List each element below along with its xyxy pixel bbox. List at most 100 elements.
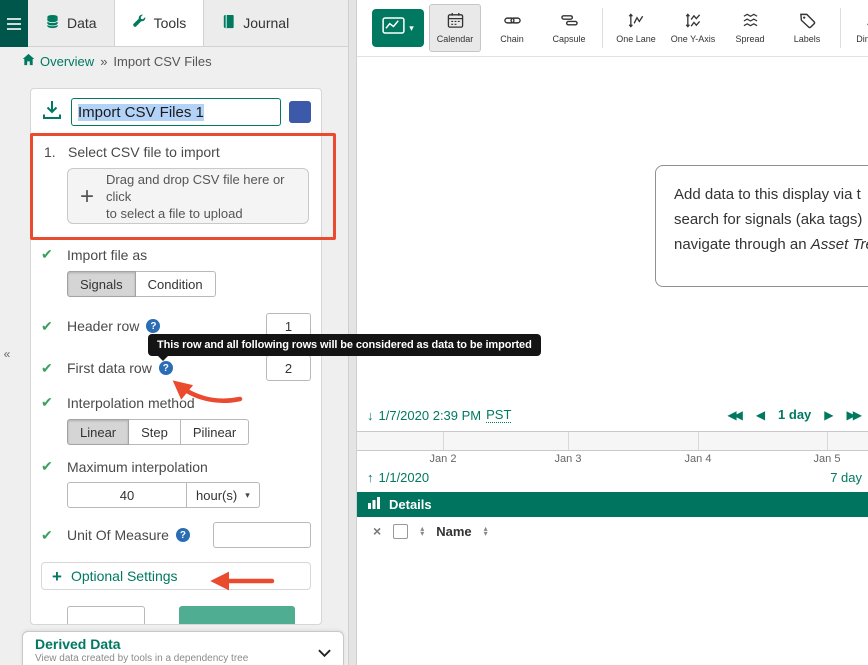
uom-help-icon[interactable]: ? <box>176 528 190 542</box>
tab-tools[interactable]: Tools <box>114 0 205 46</box>
toolbar-labels-button[interactable]: Labels <box>781 4 833 52</box>
plus-icon: + <box>52 568 62 585</box>
end-time-value: 1/7/2020 2:39 PM <box>379 408 482 423</box>
select-all-checkbox[interactable] <box>393 524 408 539</box>
toolbar-spread-button[interactable]: Spread <box>724 4 776 52</box>
toolbar-calendar-button[interactable]: Calendar <box>429 4 481 52</box>
derived-data-subtitle: View data created by tools in a dependen… <box>35 653 331 664</box>
interpolation-row: ✔ Interpolation method <box>41 394 311 411</box>
message-line3: navigate through an <box>674 236 811 253</box>
toolbar-calendar-label: Calendar <box>437 34 474 44</box>
step1-label: Select CSV file to import <box>68 144 220 160</box>
bar-chart-icon <box>367 497 381 512</box>
tool-panel: Data Tools Journal Overview <box>0 0 348 665</box>
panel-resize-gutter[interactable] <box>348 0 357 665</box>
tool-name-input[interactable]: Import CSV Files 1 <box>71 98 281 126</box>
unit-dropdown[interactable]: hour(s) ▾ <box>187 482 260 508</box>
tool-name-row: Import CSV Files 1 <box>41 98 311 126</box>
chevron-down-icon <box>318 644 331 662</box>
time-range-scrubber[interactable] <box>357 431 868 451</box>
step-toggle-button[interactable]: Step <box>129 419 181 445</box>
display-type-dropdown[interactable]: ▾ <box>372 9 424 47</box>
tab-journal[interactable]: Journal <box>204 0 306 46</box>
pilinear-toggle-button[interactable]: Pilinear <box>181 419 249 445</box>
csv-dropzone[interactable]: + Drag and drop CSV file here or click t… <box>67 168 309 224</box>
max-interpolation-controls: hour(s) ▾ <box>67 482 311 508</box>
condition-toggle-button[interactable]: Condition <box>136 271 216 297</box>
signals-toggle-button[interactable]: Signals <box>67 271 136 297</box>
tab-journal-label: Journal <box>243 15 289 31</box>
toolbar-dimming-button[interactable]: Dimming <box>848 4 868 52</box>
capsule-icon <box>561 12 578 31</box>
wrench-icon <box>132 14 147 32</box>
linear-toggle-button[interactable]: Linear <box>67 419 129 445</box>
home-icon <box>22 53 35 69</box>
import-type-toggle: Signals Condition <box>67 271 311 297</box>
breadcrumb-overview-label: Overview <box>40 54 94 69</box>
tab-data[interactable]: Data <box>28 0 114 46</box>
color-swatch-button[interactable] <box>289 101 311 123</box>
breadcrumb-overview[interactable]: Overview <box>22 53 94 69</box>
toolbar-one-y-axis-label: One Y-Axis <box>671 34 716 44</box>
toolbar-spread-label: Spread <box>735 34 764 44</box>
caret-down-icon: ▾ <box>245 490 250 501</box>
database-icon <box>45 14 60 32</box>
toolbar-dimming-label: Dimming <box>856 34 868 44</box>
toolbar-one-y-axis-button[interactable]: One Y-Axis <box>667 4 719 52</box>
dropzone-line1: Drag and drop CSV file here or click <box>106 172 284 204</box>
first-data-row-help-icon[interactable]: ? <box>159 361 173 375</box>
display-toolbar: ▾ Calendar Chain Capsule <box>357 0 868 57</box>
interpolation-label: Interpolation method <box>67 395 195 411</box>
execute-button[interactable] <box>179 606 295 625</box>
step1-number: 1. <box>44 144 68 160</box>
display-end-time[interactable]: ↓ 1/7/2020 2:39 PM PST <box>367 407 511 423</box>
time-controls: ↓ 1/7/2020 2:39 PM PST ◀◀ ◀ 1 day ▶ ▶▶ <box>357 404 868 428</box>
step-forward-fast-button[interactable]: ▶▶ <box>847 408 862 422</box>
step-back-button[interactable]: ◀ <box>756 408 765 422</box>
timezone-label[interactable]: PST <box>486 407 511 423</box>
details-title: Details <box>389 497 432 512</box>
chain-icon <box>504 12 521 31</box>
check-icon: ✔ <box>41 318 67 335</box>
uom-input[interactable] <box>213 522 311 548</box>
details-column-header: × ▴▾ Name ▴▾ <box>357 517 868 545</box>
toolbar-chain-button[interactable]: Chain <box>486 4 538 52</box>
panel-tabbar: Data Tools Journal <box>0 0 348 47</box>
import-icon <box>41 99 63 126</box>
empty-display-message: Add data to this display via t search fo… <box>655 165 868 287</box>
cancel-button[interactable] <box>67 606 145 625</box>
first-data-row-row: ✔ First data row ? <box>41 355 311 381</box>
sort-icon[interactable]: ▴▾ <box>420 526 424 537</box>
trend-chart-icon <box>382 17 405 39</box>
optional-settings-toggle[interactable]: + Optional Settings <box>41 562 311 590</box>
remove-all-icon[interactable]: × <box>373 523 381 539</box>
header-row-help-icon[interactable]: ? <box>146 319 160 333</box>
journal-icon <box>221 14 236 32</box>
toolbar-capsule-button[interactable]: Capsule <box>543 4 595 52</box>
interpolation-toggle: Linear Step Pilinear <box>67 419 311 445</box>
one-y-axis-icon <box>685 12 702 31</box>
first-data-row-tooltip: This row and all following rows will be … <box>148 334 541 356</box>
axis-tick: Jan 3 <box>555 453 582 465</box>
step-back-fast-button[interactable]: ◀◀ <box>727 408 742 422</box>
toolbar-one-lane-button[interactable]: One Lane <box>610 4 662 52</box>
step-forward-button[interactable]: ▶ <box>824 408 833 422</box>
first-data-row-input[interactable] <box>266 355 311 381</box>
tool-name-value: Import CSV Files 1 <box>78 104 204 121</box>
max-interpolation-input[interactable] <box>67 482 187 508</box>
range-controls: ↑ 1/1/2020 7 day <box>357 470 868 490</box>
plus-icon: + <box>80 188 94 205</box>
range-duration-button[interactable]: 7 day <box>830 470 862 485</box>
uom-label: Unit Of Measure <box>67 527 169 543</box>
arrow-down-icon: ↓ <box>367 408 374 423</box>
derived-data-footer[interactable]: Derived Data View data created by tools … <box>22 631 344 665</box>
check-icon: ✔ <box>41 394 67 411</box>
display-start-time[interactable]: ↑ 1/1/2020 <box>367 470 429 485</box>
collapse-panel-button[interactable]: « <box>1 345 13 363</box>
sort-icon[interactable]: ▴▾ <box>484 526 488 537</box>
step-size-button[interactable]: 1 day <box>778 407 811 422</box>
hamburger-menu-button[interactable] <box>0 0 28 47</box>
details-panel-header[interactable]: Details <box>357 492 868 517</box>
max-interpolation-label: Maximum interpolation <box>67 459 208 475</box>
check-icon: ✔ <box>41 360 67 377</box>
